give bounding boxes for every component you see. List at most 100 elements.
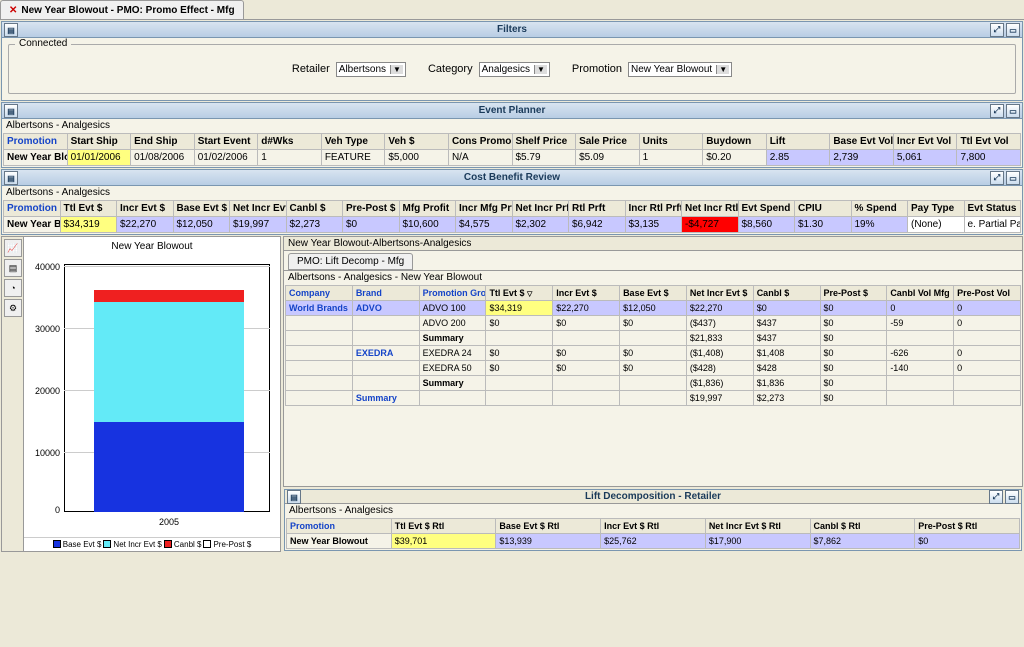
decomp-table[interactable]: CompanyBrandPromotion GroupTtl Evt $ ▽In…	[285, 285, 1021, 406]
col-header[interactable]: Incr Mfg Prft	[456, 201, 513, 217]
table-cell[interactable]: $12,050	[173, 217, 230, 233]
table-cell[interactable]: $0	[553, 316, 620, 331]
col-header[interactable]: Net Incr Rtl Prft	[682, 201, 739, 217]
retailer-select[interactable]: Albertsons▼	[336, 62, 406, 77]
window-tab[interactable]: ✕ New Year Blowout - PMO: Promo Effect -…	[0, 0, 244, 19]
table-cell[interactable]: -626	[887, 346, 954, 361]
retailer-decomp-table[interactable]: PromotionTtl Evt $ RtlBase Evt $ RtlIncr…	[286, 518, 1020, 549]
col-header[interactable]: Pre-Post Vol	[954, 286, 1021, 301]
collapse-icon[interactable]: ▤	[4, 171, 18, 185]
table-cell[interactable]: $8,560	[738, 217, 795, 233]
table-cell[interactable]: $428	[753, 361, 820, 376]
table-cell[interactable]	[553, 376, 620, 391]
table-cell[interactable]: 5,061	[893, 150, 957, 166]
table-cell[interactable]: $437	[753, 316, 820, 331]
table-cell[interactable]: 7,800	[957, 150, 1021, 166]
col-header[interactable]: d#Wks	[258, 134, 322, 150]
table-cell[interactable]: $4,575	[456, 217, 513, 233]
col-header[interactable]: Veh Type	[321, 134, 385, 150]
table-cell[interactable]: $0	[620, 346, 687, 361]
col-header[interactable]: Promotion	[4, 134, 68, 150]
decomp-tab[interactable]: PMO: Lift Decomp - Mfg	[288, 253, 413, 270]
col-header[interactable]: Start Ship	[67, 134, 131, 150]
minimize-icon[interactable]: ▭	[1006, 23, 1020, 37]
table-cell[interactable]: $17,900	[705, 534, 810, 549]
table-cell[interactable]: 01/08/2006	[131, 150, 195, 166]
table-cell[interactable]: 2,739	[830, 150, 894, 166]
col-header[interactable]: Net Incr Evt $	[686, 286, 753, 301]
col-header[interactable]: Cons Promo	[448, 134, 512, 150]
table-cell[interactable]: FEATURE	[321, 150, 385, 166]
table-cell[interactable]: 1	[258, 150, 322, 166]
table-cell[interactable]: 19%	[851, 217, 908, 233]
table-cell[interactable]: 01/02/2006	[194, 150, 258, 166]
table-cell[interactable]: $6,942	[569, 217, 626, 233]
table-cell[interactable]	[954, 391, 1021, 406]
col-header[interactable]: Ttl Evt $ Rtl	[391, 519, 496, 534]
table-cell[interactable]: $5.79	[512, 150, 576, 166]
col-header[interactable]: Promotion	[287, 519, 392, 534]
table-cell[interactable]: 1	[639, 150, 703, 166]
chart-props-icon[interactable]: ⚙	[4, 299, 22, 317]
table-cell[interactable]	[954, 331, 1021, 346]
chart-type-icon[interactable]: 📈	[4, 239, 22, 257]
col-header[interactable]: Canbl Vol Mfg	[887, 286, 954, 301]
col-header[interactable]: Veh $	[385, 134, 449, 150]
minimize-icon[interactable]: ▭	[1006, 171, 1020, 185]
table-cell[interactable]: $0	[820, 301, 887, 316]
table-cell[interactable]: $0	[486, 361, 553, 376]
table-cell[interactable]: $0	[915, 534, 1020, 549]
table-cell[interactable]: -140	[887, 361, 954, 376]
table-cell[interactable]: (None)	[908, 217, 965, 233]
table-cell[interactable]	[887, 331, 954, 346]
chevron-down-icon[interactable]: ▼	[716, 65, 729, 74]
table-cell[interactable]: $0	[620, 361, 687, 376]
table-cell[interactable]: New Year Blowout	[4, 217, 61, 233]
table-cell[interactable]: $22,270	[686, 301, 753, 316]
table-cell[interactable]: $0	[486, 316, 553, 331]
minimize-icon[interactable]: ▭	[1005, 490, 1019, 504]
table-cell[interactable]	[887, 391, 954, 406]
table-cell[interactable]: $2,273	[286, 217, 343, 233]
table-cell[interactable]	[486, 376, 553, 391]
table-cell[interactable]: 0	[954, 346, 1021, 361]
table-cell[interactable]: $0	[553, 346, 620, 361]
table-cell[interactable]: $21,833	[686, 331, 753, 346]
table-cell[interactable]: 0	[954, 301, 1021, 316]
table-cell[interactable]: $22,270	[117, 217, 174, 233]
table-cell[interactable]: $0	[820, 346, 887, 361]
table-cell[interactable]	[486, 391, 553, 406]
col-header[interactable]: Net Incr Evt $	[230, 201, 287, 217]
table-cell[interactable]: $0	[753, 301, 820, 316]
promotion-select[interactable]: New Year Blowout▼	[628, 62, 732, 77]
col-header[interactable]: Base Evt $	[620, 286, 687, 301]
restore-icon[interactable]: ⤢	[990, 23, 1004, 37]
table-cell[interactable]: ($437)	[686, 316, 753, 331]
table-cell[interactable]: -59	[887, 316, 954, 331]
table-cell[interactable]: $1,836	[753, 376, 820, 391]
col-header[interactable]: Base Evt $	[173, 201, 230, 217]
restore-icon[interactable]: ⤢	[990, 171, 1004, 185]
table-cell[interactable]: $0	[620, 316, 687, 331]
col-header[interactable]: Company	[286, 286, 353, 301]
col-header[interactable]: Net Incr Evt $ Rtl	[705, 519, 810, 534]
col-header[interactable]: Promotion Group	[419, 286, 486, 301]
collapse-icon[interactable]: ▤	[4, 104, 18, 118]
table-cell[interactable]: 0	[954, 361, 1021, 376]
col-header[interactable]: Buydown	[703, 134, 767, 150]
table-cell[interactable]: $10,600	[399, 217, 456, 233]
col-header[interactable]: Mfg Profit	[399, 201, 456, 217]
table-cell[interactable]: 2.85	[766, 150, 830, 166]
col-header[interactable]: Incr Evt $	[553, 286, 620, 301]
table-cell[interactable]: $0	[343, 217, 400, 233]
col-header[interactable]: Ttl Evt $ ▽	[486, 286, 553, 301]
col-header[interactable]: Canbl $	[286, 201, 343, 217]
col-header[interactable]: Brand	[352, 286, 419, 301]
bar-stack[interactable]	[94, 290, 244, 512]
table-cell[interactable]: $3,135	[625, 217, 682, 233]
table-cell[interactable]: $22,270	[553, 301, 620, 316]
col-header[interactable]: Sale Price	[576, 134, 640, 150]
table-cell[interactable]: e. Partial Paid	[964, 217, 1021, 233]
table-cell[interactable]: $0	[553, 361, 620, 376]
table-cell[interactable]: $12,050	[620, 301, 687, 316]
